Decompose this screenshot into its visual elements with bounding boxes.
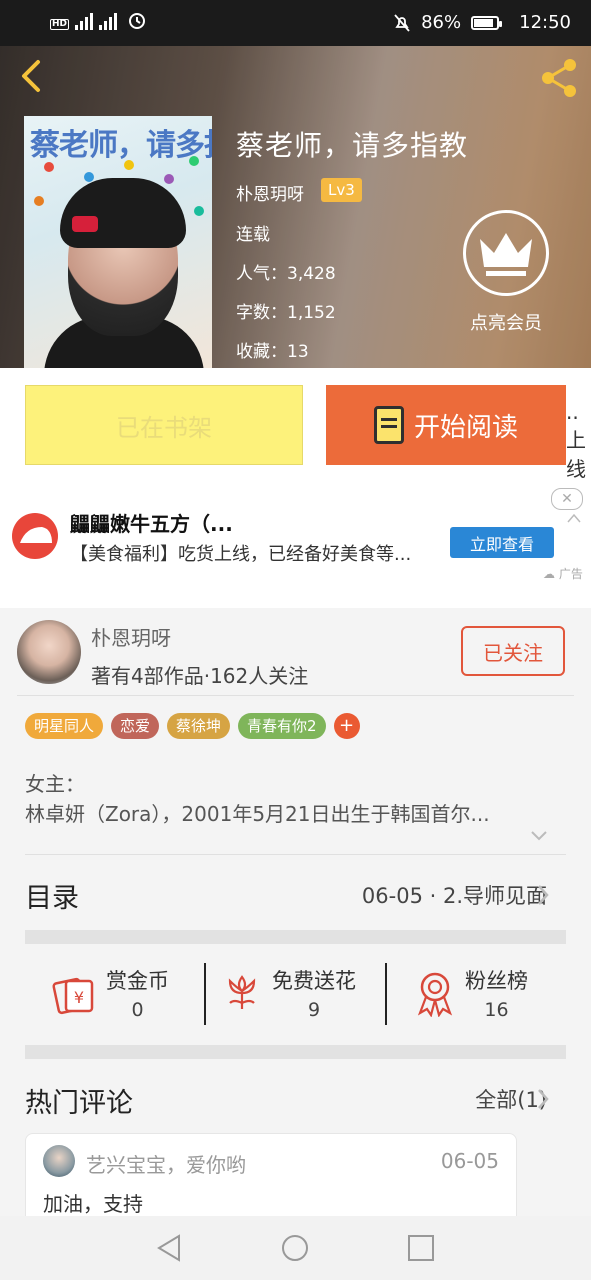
ad-collapse-icon[interactable] <box>566 512 582 524</box>
money-envelope-icon: ¥ <box>52 977 94 1015</box>
stat-value-fans: 16 <box>484 999 509 1021</box>
ad-logo-shape <box>20 527 52 543</box>
stat-value-flowers: 9 <box>307 999 321 1021</box>
svg-text:¥: ¥ <box>74 988 84 1007</box>
comment-date: 06-05 <box>440 1149 499 1173</box>
tag-list: 明星同人 恋爱 蔡徐坤 青春有你2 + <box>25 713 360 739</box>
battery-percent: 86% <box>421 12 462 33</box>
battery-icon <box>471 15 503 30</box>
vip-label[interactable]: 点亮会员 <box>470 309 542 335</box>
add-tag-button[interactable]: + <box>333 713 360 739</box>
description-line-1: 女主： <box>25 772 85 796</box>
expand-chevron-icon[interactable] <box>530 826 548 844</box>
nav-home-icon[interactable] <box>281 1234 309 1262</box>
reward-coins-button[interactable]: ¥ 赏金币 0 <box>52 958 169 1028</box>
description-line-2: 林卓妍（Zora），2001年5月21日出生于韩国首尔... <box>25 802 490 826</box>
cover-title: 蔡老师，请多指教 <box>30 128 212 163</box>
divider <box>25 854 566 855</box>
back-arrow-icon[interactable] <box>14 58 50 94</box>
ad-tag: ☁ 广告 <box>543 567 583 581</box>
signal-icon-2 <box>99 12 118 30</box>
section-separator <box>25 930 566 944</box>
comment-text: 加油，支持 <box>43 1192 143 1216</box>
chevron-right-icon[interactable] <box>536 1088 550 1110</box>
stat-label-coins: 赏金币 <box>106 969 169 993</box>
share-icon[interactable] <box>537 56 581 100</box>
tag-0[interactable]: 明星同人 <box>25 713 104 739</box>
author-avatar[interactable] <box>17 620 81 684</box>
mute-bell-icon <box>394 13 410 32</box>
toc-latest-chapter[interactable]: 06-05 · 2.导师见面 <box>362 880 547 910</box>
commenter-name[interactable]: 艺兴宝宝，爱你哟 <box>86 1149 246 1178</box>
tag-3[interactable]: 青春有你2 <box>238 713 326 739</box>
author-card-stats: 著有4部作品·162人关注 <box>91 664 309 688</box>
edge-text-bottom: 上线 <box>566 428 586 481</box>
toc-label[interactable]: 目录 <box>25 876 79 915</box>
in-shelf-label: 已在书架 <box>116 413 212 442</box>
alarm-icon <box>129 13 146 29</box>
clock: 12:50 <box>519 12 571 33</box>
book-icon <box>373 406 404 444</box>
ad-title[interactable]: 鼺鼺嫩牛五方（... <box>70 508 233 537</box>
send-flower-button[interactable]: 免费送花 9 <box>222 958 356 1028</box>
signal-icon <box>75 12 94 30</box>
fan-ranking-button[interactable]: 粉丝榜 16 <box>415 958 528 1028</box>
stat-label-fans: 粉丝榜 <box>465 969 528 993</box>
follow-button[interactable]: 已关注 <box>461 626 565 676</box>
book-author[interactable]: 朴恩玥呀 <box>236 180 304 205</box>
ad-logo-icon <box>12 513 58 559</box>
book-status: 连载 <box>236 225 270 245</box>
crown-icon <box>480 233 532 276</box>
book-header: 蔡老师，请多指教 蔡老师，请多指教 朴恩玥呀 Lv3 连载 人气：3,428 字… <box>0 46 591 368</box>
nav-recents-icon[interactable] <box>407 1234 435 1262</box>
system-nav-bar <box>0 1216 591 1280</box>
hd-icon: HD <box>50 19 70 30</box>
stat-value-coins: 0 <box>131 999 144 1021</box>
start-reading-label: 开始阅读 <box>413 412 518 443</box>
edge-text-top: .. <box>566 400 579 424</box>
stat-divider <box>204 963 206 1025</box>
book-favorites: 收藏：13 <box>236 342 309 362</box>
stat-divider <box>385 963 387 1025</box>
network-indicators: HD <box>50 10 147 30</box>
ad-view-button[interactable]: 立即查看 <box>450 527 554 558</box>
tag-1[interactable]: 恋爱 <box>111 713 160 739</box>
status-right: 86% 12:50 <box>393 12 571 33</box>
divider <box>17 695 574 696</box>
flower-icon <box>228 975 256 1009</box>
book-popularity: 人气：3,428 <box>236 264 336 284</box>
book-cover[interactable]: 蔡老师，请多指教 <box>24 116 212 368</box>
stat-label-flowers: 免费送花 <box>272 969 356 993</box>
commenter-avatar[interactable] <box>43 1145 75 1177</box>
ad-tag-label: 广告 <box>558 567 583 581</box>
section-separator <box>25 1045 566 1059</box>
start-reading-button[interactable]: 开始阅读 <box>326 385 566 465</box>
chevron-right-icon[interactable] <box>536 884 550 906</box>
in-shelf-button[interactable]: 已在书架 <box>25 385 303 465</box>
cover-figure-hair <box>60 178 186 248</box>
book-word-count: 字数：1,152 <box>236 303 336 323</box>
award-ribbon-icon <box>417 972 453 1017</box>
tag-2[interactable]: 蔡徐坤 <box>167 713 231 739</box>
author-card-name[interactable]: 朴恩玥呀 <box>91 622 171 651</box>
status-bar: HD 86% 12:50 <box>0 0 591 46</box>
author-level-badge: Lv3 <box>321 178 362 202</box>
book-title: 蔡老师，请多指教 <box>236 129 469 162</box>
cover-bow <box>72 216 98 232</box>
nav-back-icon[interactable] <box>155 1234 183 1262</box>
ad-subtitle[interactable]: 【美食福利】吃货上线，已经备好美食等... <box>70 540 411 566</box>
hot-comments-label: 热门评论 <box>25 1088 133 1119</box>
vip-crown-button[interactable] <box>463 210 549 296</box>
ad-close-button[interactable]: ✕ <box>551 488 583 510</box>
